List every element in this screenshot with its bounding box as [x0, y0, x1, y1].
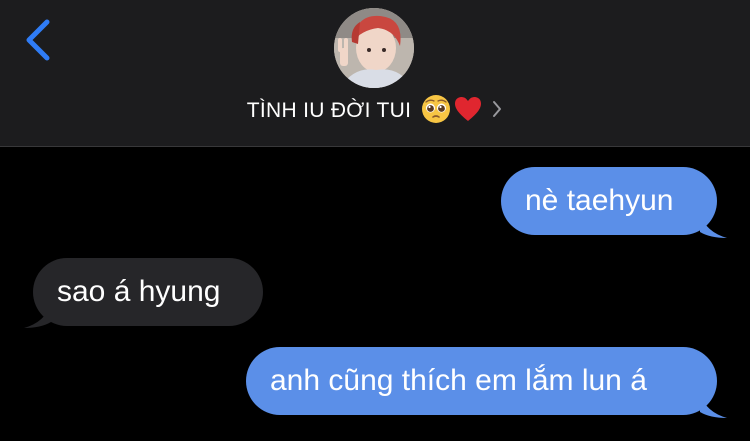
message-text: sao á hyung [57, 275, 221, 308]
avatar-photo [334, 8, 414, 88]
message-bubble-received[interactable]: sao á hyung [33, 258, 263, 326]
chevron-right-icon [491, 99, 503, 124]
red-heart-icon [453, 94, 483, 129]
contact-name-button[interactable]: TÌNH IU ĐỜI TUI [0, 94, 750, 128]
bubble-tail-sent [700, 394, 727, 418]
message-text: anh cũng thích em lắm lun á [270, 364, 647, 397]
back-button[interactable] [18, 14, 58, 66]
conversation-header: TÌNH IU ĐỜI TUI [0, 0, 750, 147]
message-bubble-sent[interactable]: nè taehyun [501, 167, 717, 235]
bubble-tail-received [24, 304, 51, 328]
contact-name: TÌNH IU ĐỜI TUI [246, 99, 412, 122]
chevron-left-icon [26, 19, 50, 61]
message-bubble-sent[interactable]: anh cũng thích em lắm lun á [246, 347, 717, 415]
bubble-tail-sent [700, 214, 727, 238]
pleading-face-icon [421, 94, 451, 129]
message-text: nè taehyun [525, 184, 674, 217]
contact-avatar[interactable] [334, 8, 414, 88]
